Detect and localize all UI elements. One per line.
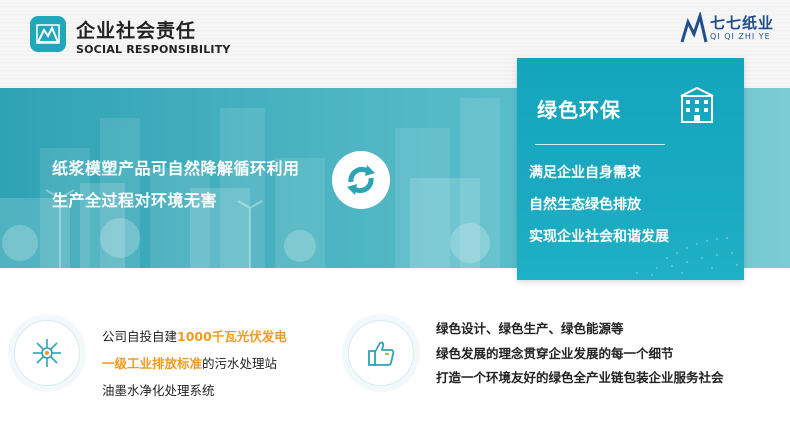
left-text-line-3: 油墨水净化处理系统 — [102, 383, 215, 398]
right-text-line: 绿色设计、绿色生产、绿色能源等 — [436, 321, 624, 336]
company-logo-subtext: QI QI ZHI YE — [710, 32, 771, 41]
card-title: 绿色环保 — [537, 98, 621, 122]
recycle-icon — [332, 151, 390, 209]
left-text-highlight: 1000千瓦光伏发电 — [177, 329, 287, 344]
left-text-plain: 公司自投自建 — [102, 329, 178, 344]
company-logo-text: 七七纸业 — [710, 14, 775, 32]
card-item: 自然生态绿色排放 — [529, 197, 641, 213]
banner-text-line-1: 纸浆模塑产品可自然降解循环利用 — [52, 159, 300, 178]
left-text-plain: 的污水处理站 — [202, 356, 278, 371]
building-icon — [680, 86, 714, 123]
card-item: 满足企业自身需求 — [529, 165, 641, 181]
page-subtitle: SOCIAL RESPONSIBILITY — [76, 43, 231, 56]
green-environment-card: 绿色环保 满足企业自身需求 自然生态绿色排放 实现企业社会和谐发展 — [517, 58, 744, 280]
card-divider — [535, 144, 665, 145]
right-text-line: 绿色发展的理念贯穿企业发展的每一个细节 — [436, 346, 674, 361]
left-text-highlight: 一级工业排放标准 — [102, 356, 203, 371]
right-text-line: 打造一个环境友好的绿色全产业链包装企业服务社会 — [436, 370, 724, 385]
card-item: 实现企业社会和谐发展 — [529, 229, 669, 245]
left-text-line-2: 一级工业排放标准的污水处理站 — [102, 353, 277, 372]
page-title: 企业社会责任 — [76, 20, 197, 42]
leaf-logo-icon — [30, 16, 66, 52]
left-text-line-1: 公司自投自建1000千瓦光伏发电 — [102, 326, 287, 345]
energy-network-icon — [14, 320, 80, 386]
banner-text-line-2: 生产全过程对环境无害 — [52, 191, 218, 210]
thumbs-up-icon — [348, 320, 414, 386]
